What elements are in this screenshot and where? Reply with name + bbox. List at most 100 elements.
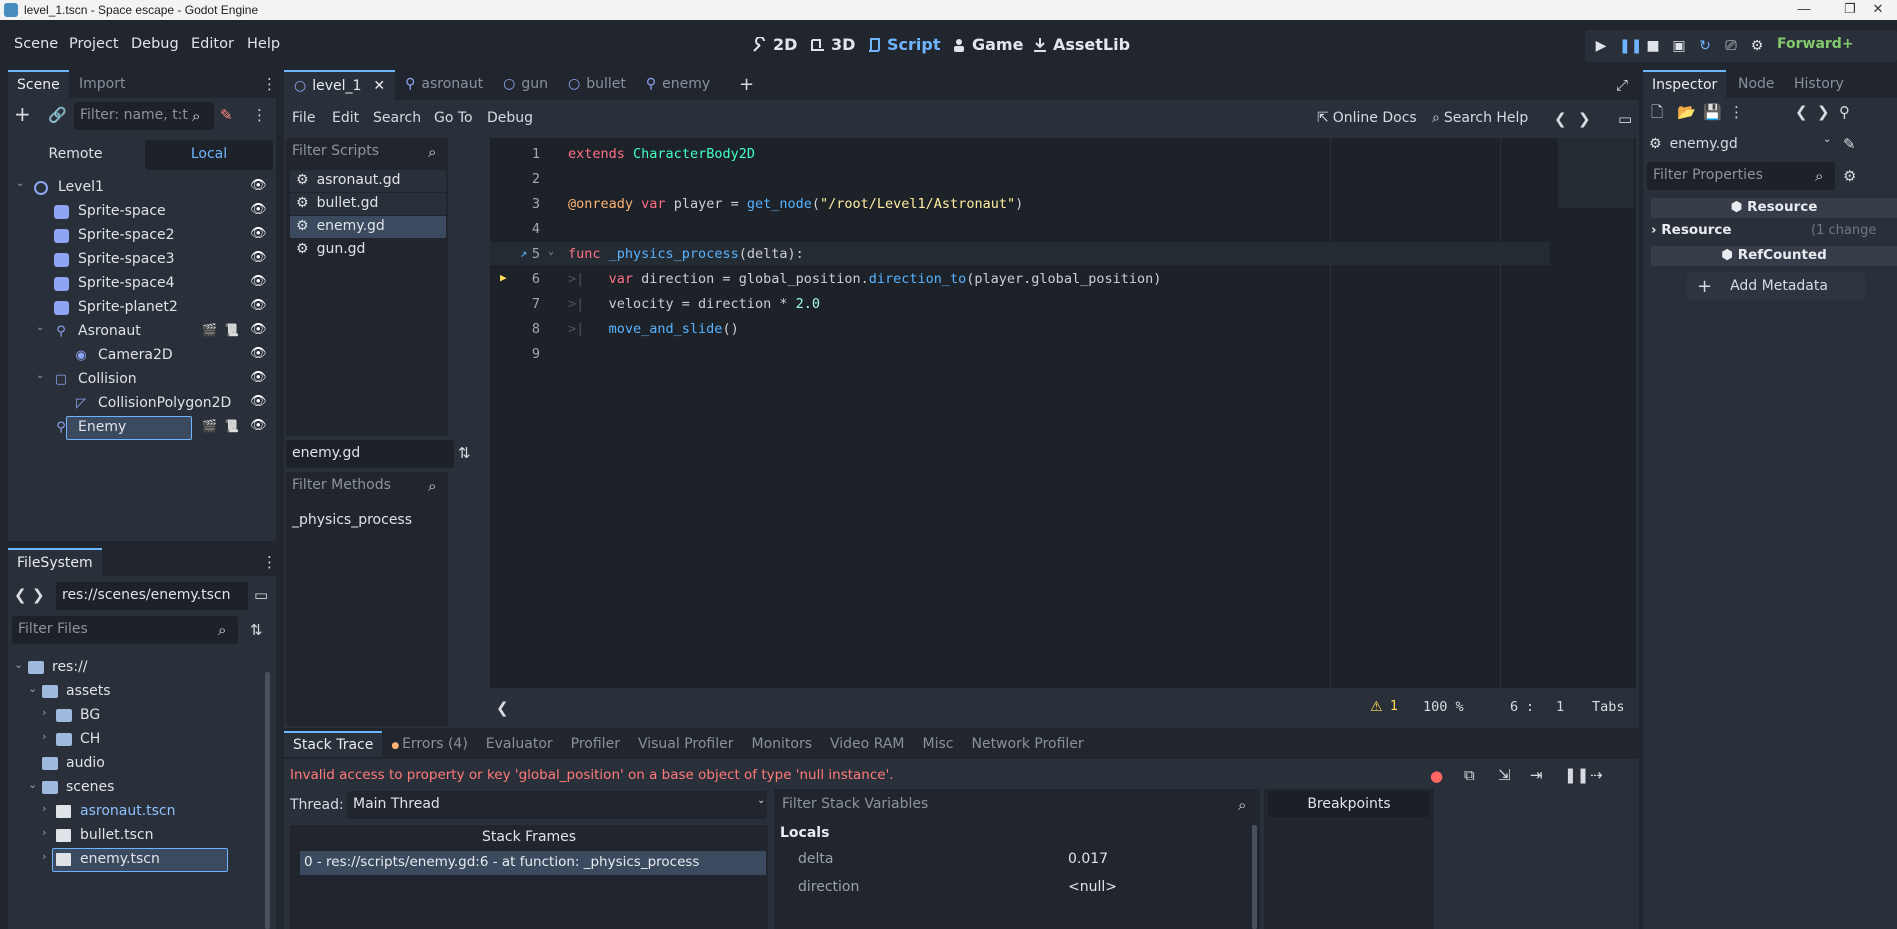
visibility-eye-icon[interactable]: 👁 — [250, 274, 267, 289]
variables-scrollbar[interactable] — [1252, 825, 1257, 929]
section-refcounted[interactable]: ⬢ RefCounted — [1651, 246, 1897, 266]
script-icon[interactable]: 📜 — [224, 419, 239, 433]
link-icon[interactable]: 🔗 — [48, 107, 67, 123]
prev-script-icon[interactable]: ❮ — [1554, 111, 1567, 127]
workspace-2d-tab[interactable]: 2D — [752, 35, 797, 54]
script-menu-file[interactable]: File — [292, 110, 315, 126]
step-into-icon[interactable]: ⇲ — [1498, 767, 1511, 783]
script-menu-goto[interactable]: Go To — [434, 110, 473, 126]
indent-mode[interactable]: Tabs — [1592, 699, 1625, 715]
open-scene-icon[interactable]: 🎬 — [202, 323, 217, 337]
filesystem-menu-icon[interactable]: ⋮ — [262, 554, 277, 570]
filesystem-path-input[interactable]: res://scenes/enemy.tscn — [56, 582, 248, 610]
chevron-down-icon[interactable]: ⌄ — [28, 778, 37, 791]
visibility-eye-icon[interactable]: 👁 — [250, 178, 267, 193]
warning-icon[interactable]: ⚠ — [1370, 699, 1383, 715]
menu-debug[interactable]: Debug — [131, 36, 179, 52]
local-tab[interactable]: Local — [145, 140, 273, 170]
add-scene-tab-icon[interactable]: + — [739, 76, 754, 94]
prop-resource-group[interactable]: › Resource — [1651, 222, 1732, 238]
filesystem-item[interactable]: audio — [8, 752, 258, 776]
tab-scene[interactable]: Scene — [8, 70, 69, 98]
menu-help[interactable]: Help — [247, 36, 280, 52]
inspected-resource-select[interactable]: ⚙ enemy.gd — [1649, 132, 1835, 156]
expand-arrow-icon[interactable]: ⌄ — [36, 322, 44, 333]
section-resource[interactable]: ⬢ Resource — [1651, 198, 1897, 218]
open-folder-icon[interactable]: 📂 — [1677, 104, 1696, 120]
expand-arrow-icon[interactable]: ⌄ — [36, 370, 44, 381]
tab-history[interactable]: History — [1785, 70, 1853, 98]
scene-tree-node[interactable]: ◉ Camera2D 👁 — [8, 344, 276, 368]
visibility-eye-icon[interactable]: 👁 — [250, 226, 267, 241]
play-scene-icon[interactable]: ⎚ — [1723, 38, 1739, 54]
code-minimap[interactable] — [1558, 138, 1634, 208]
method-item[interactable]: _physics_process — [292, 512, 412, 528]
split-view-icon[interactable]: ▭ — [254, 587, 268, 603]
scene-tree-node[interactable]: ⌄ ▢ Collision 👁 — [8, 368, 276, 392]
add-metadata-button[interactable]: + Add Metadata — [1687, 272, 1865, 300]
filesystem-item[interactable]: ⌄ res:// — [8, 656, 258, 680]
history-forward-icon[interactable]: ❯ — [1817, 104, 1830, 120]
visibility-eye-icon[interactable]: 👁 — [250, 202, 267, 217]
sort-icon[interactable]: ⇅ — [250, 622, 263, 638]
scene-menu-icon[interactable]: ⋮ — [252, 107, 267, 123]
search-help-button[interactable]: ⌕ Search Help — [1432, 110, 1528, 126]
filesystem-item[interactable]: › bullet.tscn — [8, 824, 258, 848]
break-icon[interactable]: ❚❚ — [1564, 767, 1589, 783]
script-list-item[interactable]: ⚙ enemy.gd — [290, 216, 446, 238]
script-edit-icon[interactable]: ✎ — [1843, 136, 1856, 152]
tab-import[interactable]: Import — [70, 70, 134, 98]
continue-icon[interactable]: ⇢ — [1590, 767, 1603, 783]
visibility-eye-icon[interactable]: 👁 — [250, 250, 267, 265]
add-node-icon[interactable]: + — [14, 104, 31, 124]
next-script-icon[interactable]: ❯ — [1578, 111, 1591, 127]
play-icon[interactable]: ▶ — [1593, 38, 1609, 54]
close-tab-icon[interactable]: ✕ — [373, 78, 385, 94]
chevron-right-icon[interactable]: › — [42, 850, 46, 863]
menu-project[interactable]: Project — [69, 36, 119, 52]
filter-stack-variables-input[interactable]: Filter Stack Variables — [776, 791, 1258, 819]
zoom-level[interactable]: 100 % — [1423, 699, 1464, 715]
filter-properties-input[interactable]: Filter Properties — [1647, 162, 1835, 190]
script-list-item[interactable]: ⚙ bullet.gd — [290, 193, 446, 215]
filesystem-item[interactable]: ⌄ assets — [8, 680, 258, 704]
scene-tree-node[interactable]: ⌄ Level1 👁 — [8, 176, 276, 200]
debugger-tab[interactable]: Stack Trace — [284, 731, 383, 757]
toggle-panel-icon[interactable]: ▭ — [1618, 111, 1632, 127]
remote-tab[interactable]: Remote — [8, 140, 143, 170]
script-menu-search[interactable]: Search — [373, 110, 421, 126]
filter-methods-input[interactable]: Filter Methods — [286, 472, 448, 500]
property-tools-icon[interactable]: ⚙ — [1843, 168, 1856, 184]
step-over-icon[interactable]: ⇥ — [1530, 767, 1543, 783]
debugger-tab[interactable]: Evaluator — [477, 731, 562, 757]
dock-menu-icon[interactable]: ⋮ — [262, 76, 277, 92]
visibility-eye-icon[interactable]: 👁 — [250, 394, 267, 409]
filter-files-input[interactable]: Filter Files — [12, 616, 238, 644]
scene-tree-node[interactable]: Sprite-space4 👁 — [8, 272, 276, 296]
debugger-tab[interactable]: ● Errors (4) — [382, 731, 476, 757]
stop-icon[interactable]: ■ — [1645, 38, 1661, 54]
chevron-right-icon[interactable]: › — [42, 730, 46, 743]
filesystem-item[interactable]: › asronaut.tscn — [8, 800, 258, 824]
chevron-down-icon[interactable]: ⌄ — [28, 682, 37, 695]
more-options-icon[interactable]: ⋮ — [1729, 104, 1744, 120]
back-icon[interactable]: ❮ — [14, 587, 27, 603]
renderer-selector[interactable]: Forward+ — [1777, 36, 1854, 52]
scene-tree-node[interactable]: ⌄ ⚲ Asronaut 🎬 📜 👁 — [8, 320, 276, 344]
breakpoint-icon[interactable]: ● — [1430, 767, 1443, 785]
save-icon[interactable]: 💾 — [1703, 104, 1722, 120]
script-icon[interactable]: 📜 — [224, 323, 239, 337]
debugger-tab[interactable]: Profiler — [562, 731, 629, 757]
remote-debug-icon[interactable]: ▣ — [1671, 38, 1687, 54]
script-attach-icon[interactable]: ✎ — [220, 107, 233, 123]
workspace-3d-tab[interactable]: 3D — [810, 35, 855, 54]
debugger-tab[interactable]: Visual Profiler — [629, 731, 743, 757]
visibility-eye-icon[interactable]: 👁 — [250, 418, 267, 433]
sort-methods-icon[interactable]: ⇅ — [458, 445, 471, 461]
distraction-free-icon[interactable]: ⤢ — [1616, 77, 1628, 93]
reload-icon[interactable]: ↻ — [1697, 38, 1713, 54]
filesystem-item[interactable]: ⌄ scenes — [8, 776, 258, 800]
filesystem-item[interactable]: › enemy.tscn — [8, 848, 258, 872]
chevron-right-icon[interactable]: › — [42, 706, 46, 719]
workspace-script-tab[interactable]: Script — [866, 35, 940, 54]
